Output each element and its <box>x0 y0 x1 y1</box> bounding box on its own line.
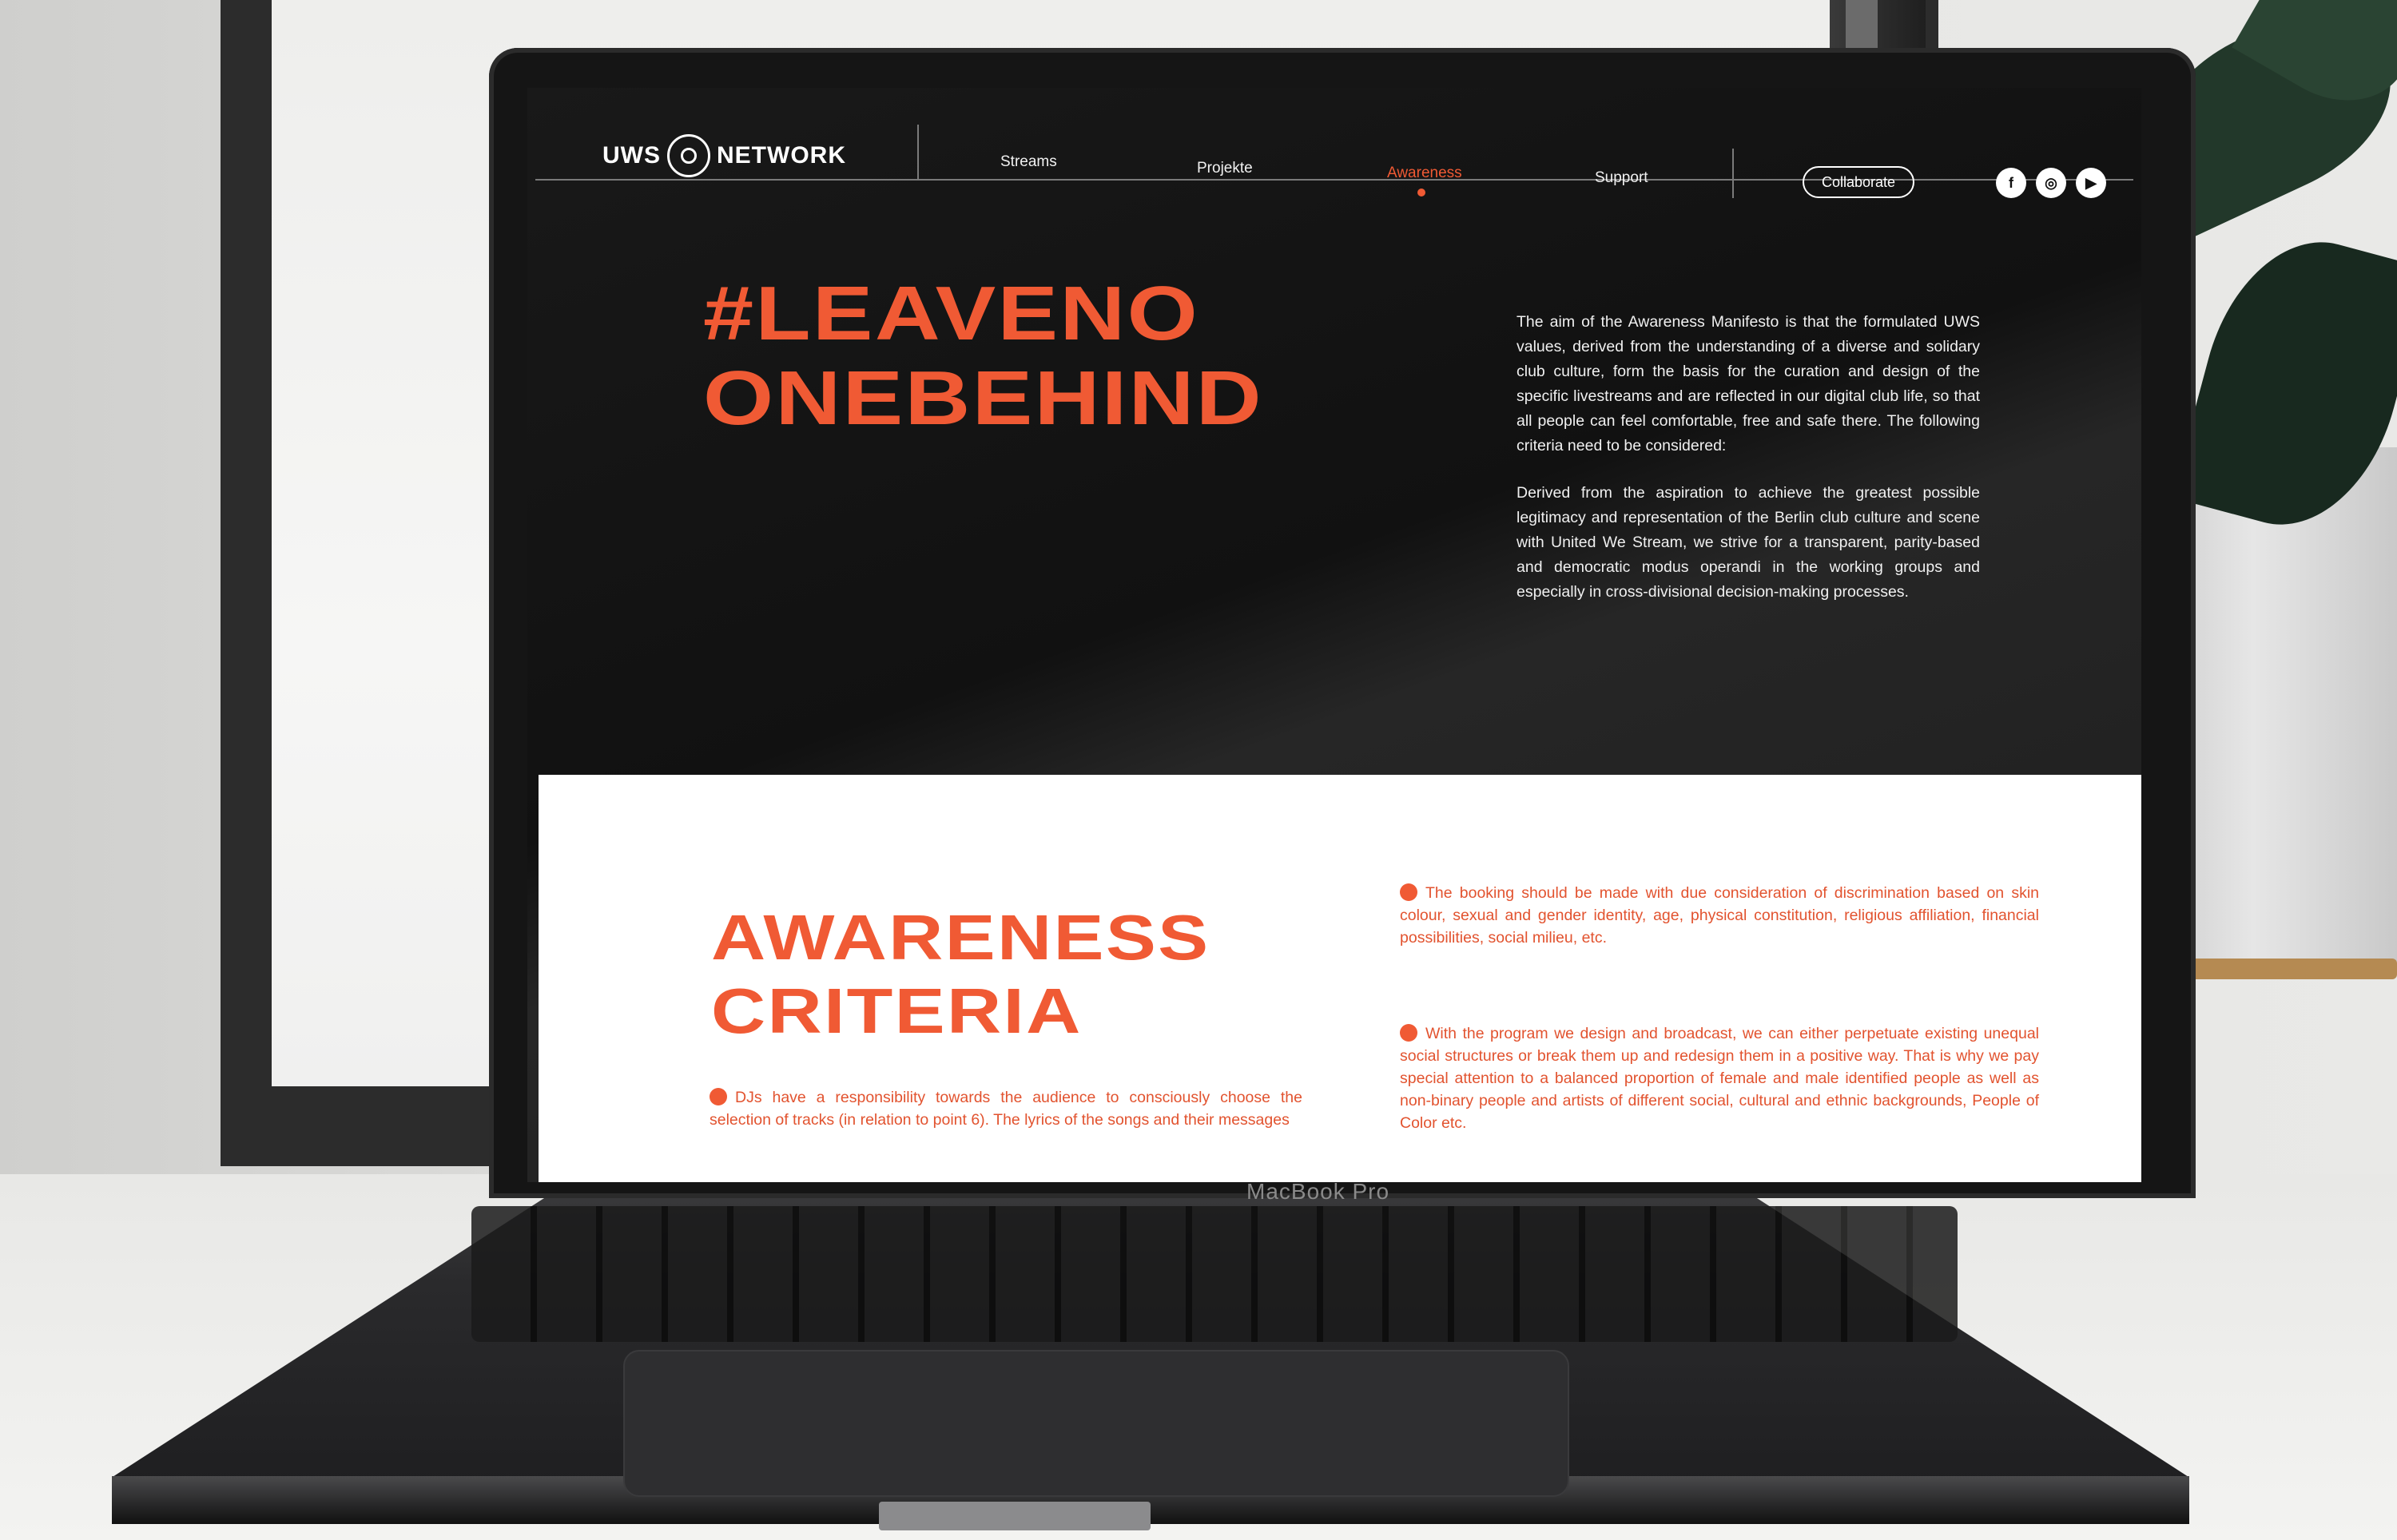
youtube-icon[interactable]: ▶ <box>2076 168 2106 198</box>
criteria-title-line: AWARENESS <box>711 902 1210 973</box>
hero-paragraph: Derived from the aspiration to achieve t… <box>1517 484 1980 601</box>
broadcast-icon <box>667 134 710 177</box>
nav-item-streams[interactable]: Streams <box>1000 153 1057 171</box>
nav-item-awareness[interactable]: Awareness <box>1387 165 1462 182</box>
header-divider <box>917 125 919 179</box>
bullet-dot <box>710 1088 727 1105</box>
trackpad <box>623 1350 1569 1497</box>
criteria-item: The booking should be made with due cons… <box>1400 882 2039 949</box>
keyboard <box>471 1206 1958 1342</box>
nav-item-support[interactable]: Support <box>1595 169 1648 187</box>
header-divider <box>1732 149 1734 198</box>
hero-description: The aim of the Awareness Manifesto is th… <box>1517 310 1980 627</box>
site-logo[interactable]: UWS NETWORK <box>602 134 846 177</box>
criteria-item-text: DJs have a responsibility towards the au… <box>710 1089 1302 1129</box>
nav-active-indicator <box>1417 189 1425 196</box>
facebook-icon[interactable]: f <box>1996 168 2026 198</box>
criteria-item: With the program we design and broadcast… <box>1400 1022 2039 1134</box>
device-brand-label: MacBook Pro <box>1246 1179 1390 1204</box>
hero-title-line: #LEAVENO <box>703 271 1200 356</box>
hero-title: #LEAVENO ONEBEHIND <box>703 272 1263 441</box>
logo-text-right: NETWORK <box>717 142 846 169</box>
criteria-item-text: With the program we design and broadcast… <box>1400 1025 2039 1132</box>
bullet-dot <box>1400 1024 1417 1042</box>
instagram-icon[interactable]: ◎ <box>2036 168 2066 198</box>
bullet-dot <box>1400 883 1417 901</box>
logo-text-left: UWS <box>602 142 661 169</box>
plant-pot-rim <box>2173 959 2397 979</box>
laptop-screen: UWS NETWORK Streams Projekte Awareness S… <box>527 88 2141 1182</box>
hero-title-line: ONEBEHIND <box>703 355 1263 441</box>
nav-item-projekte[interactable]: Projekte <box>1197 160 1253 177</box>
criteria-item: DJs have a responsibility towards the au… <box>710 1086 1302 1134</box>
hero-paragraph: The aim of the Awareness Manifesto is th… <box>1517 313 1980 454</box>
laptop-hinge-notch <box>879 1502 1151 1530</box>
collaborate-button[interactable]: Collaborate <box>1803 166 1914 198</box>
criteria-title-line: CRITERIA <box>711 975 1083 1046</box>
criteria-title: AWARENESS CRITERIA <box>711 901 1210 1048</box>
criteria-item-text: The booking should be made with due cons… <box>1400 884 2039 947</box>
